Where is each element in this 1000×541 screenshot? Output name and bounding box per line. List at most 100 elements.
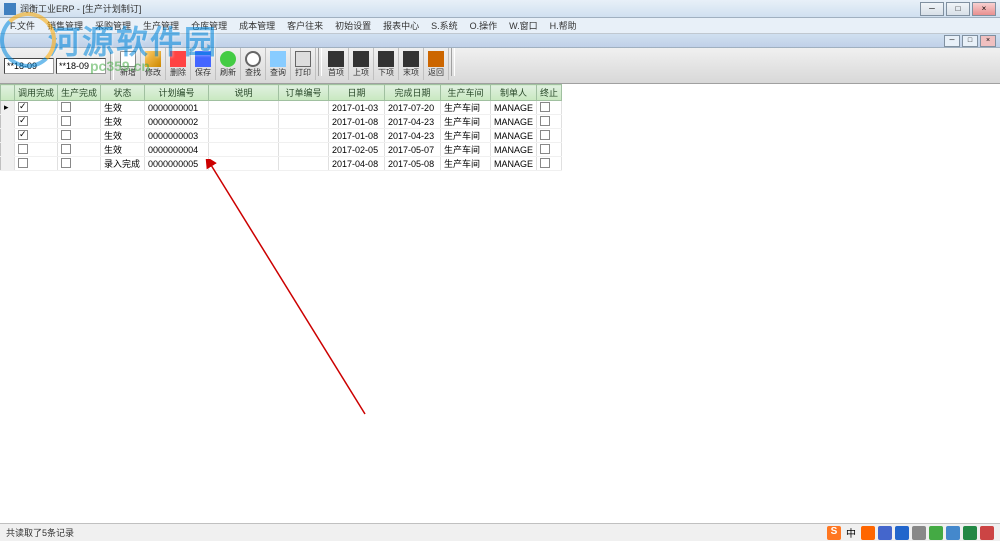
tray-icon[interactable] — [912, 526, 926, 540]
checkbox-icon[interactable] — [18, 116, 28, 126]
sub-maximize-button[interactable]: □ — [962, 35, 978, 47]
menu-item-4[interactable]: 仓库管理 — [185, 19, 233, 32]
menu-item-6[interactable]: 客户往来 — [281, 19, 329, 32]
column-header[interactable]: 制单人 — [491, 85, 537, 101]
checkbox-icon[interactable] — [540, 116, 550, 126]
cell-prod-done[interactable] — [58, 101, 101, 115]
checkbox-icon[interactable] — [61, 130, 71, 140]
cell-stop[interactable] — [537, 115, 562, 129]
sub-minimize-button[interactable]: ─ — [944, 35, 960, 47]
grid-area[interactable]: 调用完成生产完成状态计划编号说明订单编号日期完成日期生产车间制单人终止 ▸生效0… — [0, 84, 1000, 524]
minimize-button[interactable]: ─ — [920, 2, 944, 16]
checkbox-icon[interactable] — [18, 158, 28, 168]
prt-button[interactable]: 打印 — [291, 48, 316, 80]
menu-item-5[interactable]: 成本管理 — [233, 19, 281, 32]
checkbox-icon[interactable] — [18, 102, 28, 112]
menu-item-1[interactable]: 销售管理 — [41, 19, 89, 32]
first-button[interactable]: 首项 — [324, 48, 349, 80]
cell-call-done[interactable] — [15, 143, 58, 157]
cell-stop[interactable] — [537, 157, 562, 171]
menu-item-3[interactable]: 生产管理 — [137, 19, 185, 32]
date-to-input[interactable]: **18-09 — [56, 58, 106, 74]
edit-button[interactable]: 修改 — [141, 48, 166, 80]
tray-icon[interactable]: S — [827, 526, 841, 540]
qry-button[interactable]: 查询 — [266, 48, 291, 80]
checkbox-icon[interactable] — [61, 102, 71, 112]
date-from-input[interactable]: **18-09 — [4, 58, 54, 74]
menu-item-9[interactable]: S.系统 — [425, 19, 464, 32]
menu-item-10[interactable]: O.操作 — [464, 19, 504, 32]
cell-workshop: 生产车间 — [441, 129, 491, 143]
table-row[interactable]: 录入完成00000000052017-04-082017-05-08生产车间MA… — [1, 157, 562, 171]
column-header[interactable]: 完成日期 — [385, 85, 441, 101]
cell-stop[interactable] — [537, 129, 562, 143]
checkbox-icon[interactable] — [540, 130, 550, 140]
back-button[interactable]: 返回 — [424, 48, 449, 80]
table-row[interactable]: 生效00000000042017-02-052017-05-07生产车间MANA… — [1, 143, 562, 157]
cell-prod-done[interactable] — [58, 157, 101, 171]
menu-item-12[interactable]: H.帮助 — [544, 19, 583, 32]
table-row[interactable]: ▸生效00000000012017-01-032017-07-20生产车间MAN… — [1, 101, 562, 115]
cell-creator: MANAGE — [491, 115, 537, 129]
prev-button[interactable]: 上项 — [349, 48, 374, 80]
menu-item-8[interactable]: 报表中心 — [377, 19, 425, 32]
menu-item-11[interactable]: W.窗口 — [503, 19, 544, 32]
del-button[interactable]: 删除 — [166, 48, 191, 80]
cell-prod-done[interactable] — [58, 129, 101, 143]
next-icon — [378, 51, 394, 67]
cell-call-done[interactable] — [15, 101, 58, 115]
column-header[interactable]: 生产车间 — [441, 85, 491, 101]
toolbar-label: 查找 — [245, 67, 261, 78]
cell-call-done[interactable] — [15, 115, 58, 129]
checkbox-icon[interactable] — [540, 102, 550, 112]
tray-icon[interactable] — [861, 526, 875, 540]
cell-call-done[interactable] — [15, 129, 58, 143]
next-button[interactable]: 下项 — [374, 48, 399, 80]
checkbox-icon[interactable] — [540, 144, 550, 154]
table-row[interactable]: 生效00000000022017-01-082017-04-23生产车间MANA… — [1, 115, 562, 129]
ime-indicator[interactable]: 中 — [844, 525, 858, 540]
tray-icon[interactable] — [878, 526, 892, 540]
column-header[interactable]: 生产完成 — [58, 85, 101, 101]
column-header[interactable]: 调用完成 — [15, 85, 58, 101]
cell-prod-done[interactable] — [58, 115, 101, 129]
cell-stop[interactable] — [537, 143, 562, 157]
ref-button[interactable]: 刷新 — [216, 48, 241, 80]
data-grid[interactable]: 调用完成生产完成状态计划编号说明订单编号日期完成日期生产车间制单人终止 ▸生效0… — [0, 84, 562, 171]
sub-close-button[interactable]: × — [980, 35, 996, 47]
checkbox-icon[interactable] — [18, 130, 28, 140]
checkbox-icon[interactable] — [61, 116, 71, 126]
last-button[interactable]: 末项 — [399, 48, 424, 80]
column-header[interactable]: 状态 — [101, 85, 145, 101]
menu-item-2[interactable]: 采购管理 — [89, 19, 137, 32]
tray-icon[interactable] — [929, 526, 943, 540]
find-button[interactable]: 查找 — [241, 48, 266, 80]
column-header[interactable]: 终止 — [537, 85, 562, 101]
column-header[interactable]: 日期 — [329, 85, 385, 101]
tray-icon[interactable] — [946, 526, 960, 540]
menu-item-0[interactable]: F.文件 — [4, 19, 41, 32]
close-button[interactable]: × — [972, 2, 996, 16]
cell-prod-done[interactable] — [58, 143, 101, 157]
checkbox-icon[interactable] — [61, 144, 71, 154]
new-button[interactable]: 新增 — [116, 48, 141, 80]
tray-icon[interactable] — [980, 526, 994, 540]
save-button[interactable]: 保存 — [191, 48, 216, 80]
column-header[interactable]: 订单编号 — [279, 85, 329, 101]
checkbox-icon[interactable] — [18, 144, 28, 154]
column-header[interactable]: 计划编号 — [145, 85, 209, 101]
menu-item-7[interactable]: 初始设置 — [329, 19, 377, 32]
cell-stop[interactable] — [537, 101, 562, 115]
cell-status: 生效 — [101, 143, 145, 157]
cell-status: 生效 — [101, 115, 145, 129]
tray-icon[interactable] — [895, 526, 909, 540]
column-header[interactable]: 说明 — [209, 85, 279, 101]
app-icon — [4, 3, 16, 15]
checkbox-icon[interactable] — [61, 158, 71, 168]
tray-icon[interactable] — [963, 526, 977, 540]
column-header[interactable] — [1, 85, 15, 101]
maximize-button[interactable]: □ — [946, 2, 970, 16]
checkbox-icon[interactable] — [540, 158, 550, 168]
table-row[interactable]: 生效00000000032017-01-082017-04-23生产车间MANA… — [1, 129, 562, 143]
cell-call-done[interactable] — [15, 157, 58, 171]
